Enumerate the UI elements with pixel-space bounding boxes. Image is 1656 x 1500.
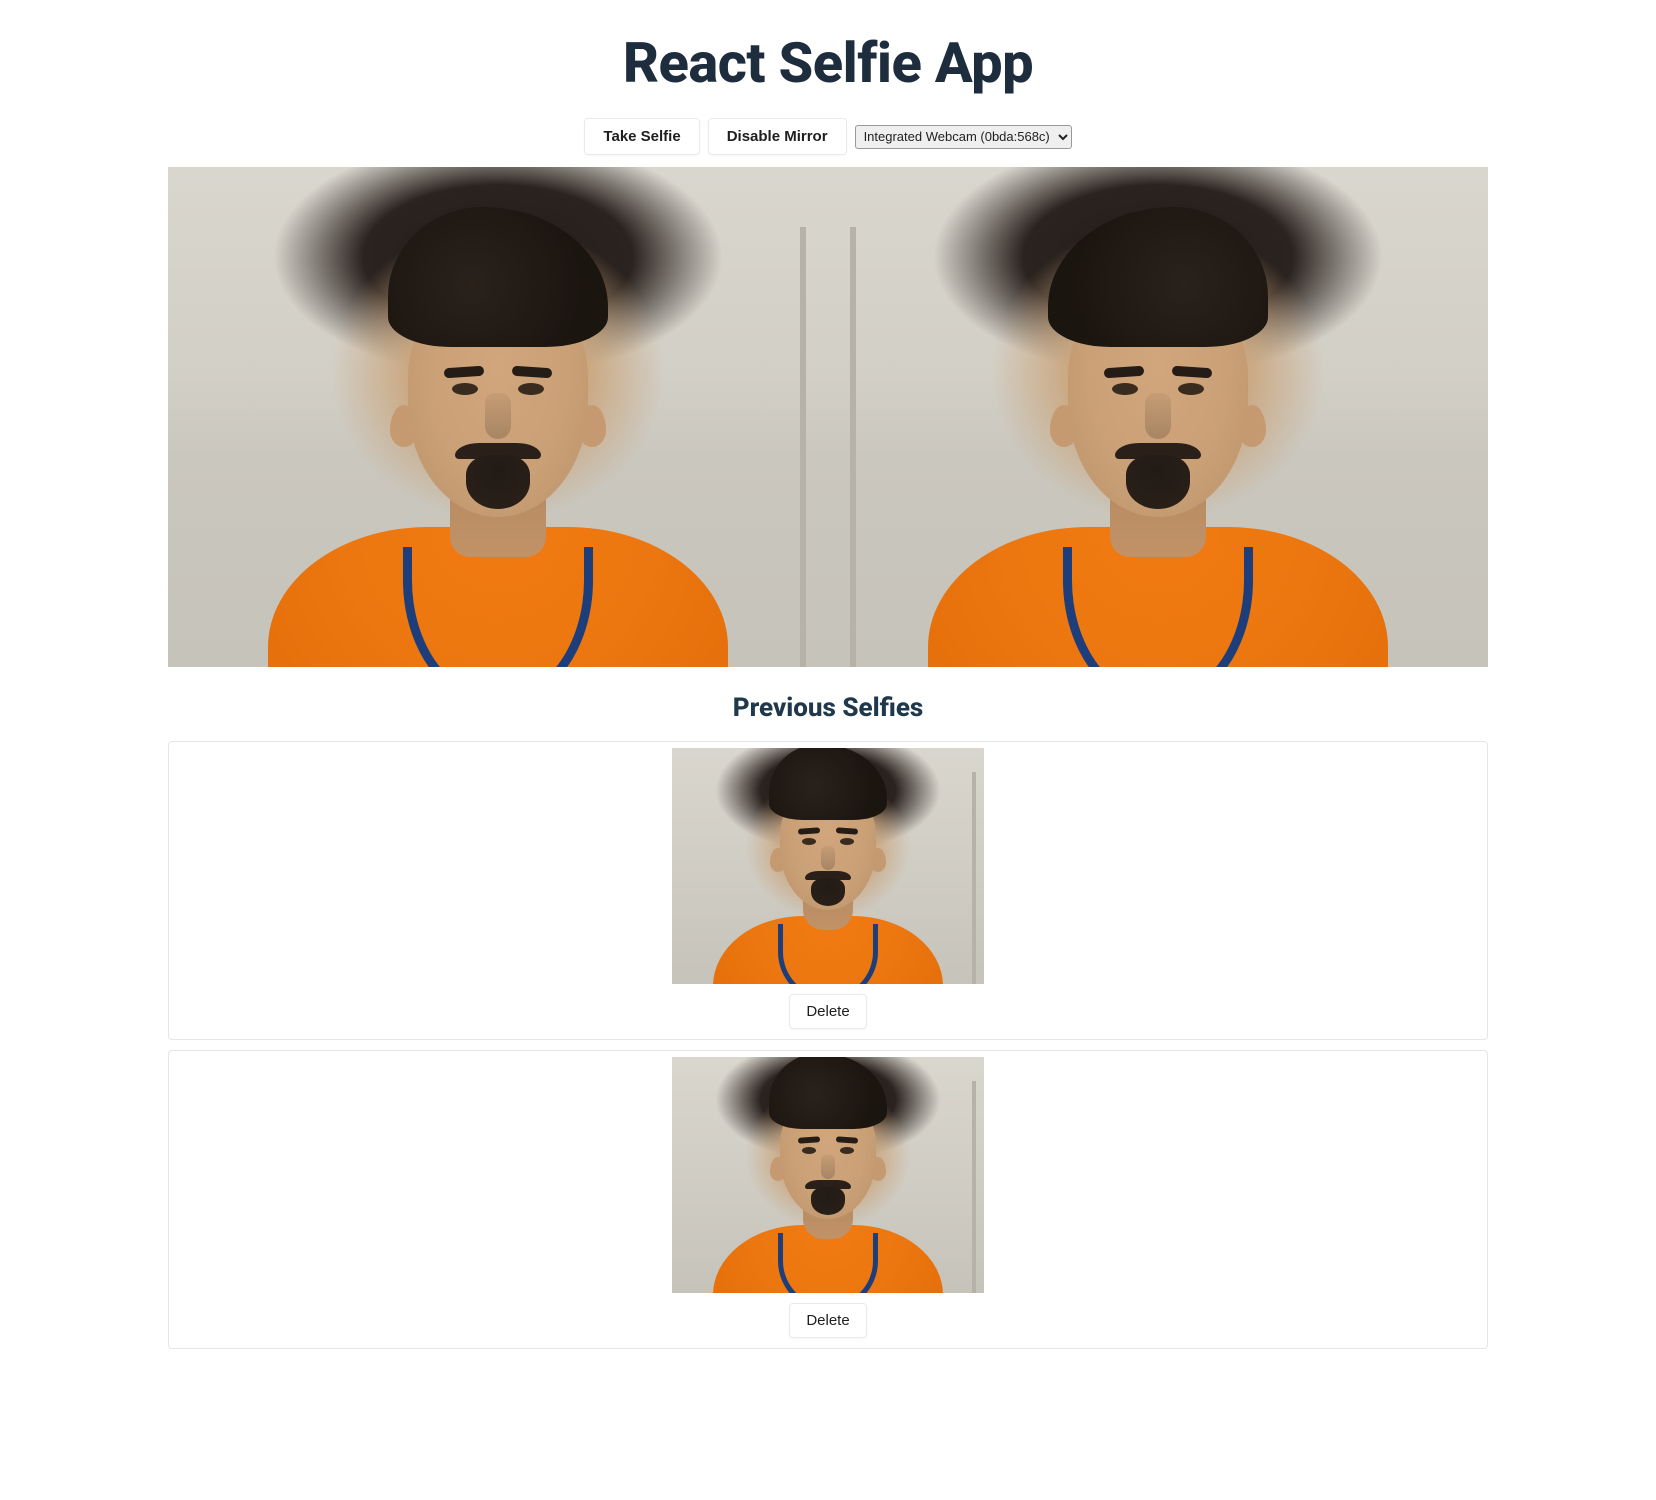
controls-bar: Take Selfie Disable Mirror Integrated We… bbox=[168, 118, 1488, 155]
selfie-thumbnail bbox=[672, 1057, 984, 1293]
selfie-thumbnail bbox=[672, 748, 984, 984]
camera-select[interactable]: Integrated Webcam (0bda:568c) bbox=[855, 125, 1072, 149]
person-figure bbox=[258, 167, 738, 667]
background-edge bbox=[800, 227, 806, 667]
take-selfie-button[interactable]: Take Selfie bbox=[584, 118, 699, 155]
camera-preview-row bbox=[168, 167, 1488, 667]
background-edge bbox=[850, 227, 856, 667]
selfie-card: Delete bbox=[168, 1050, 1488, 1349]
delete-button[interactable]: Delete bbox=[789, 994, 866, 1029]
selfie-list: Delete bbox=[168, 741, 1488, 1349]
selfie-card: Delete bbox=[168, 741, 1488, 1040]
delete-button[interactable]: Delete bbox=[789, 1303, 866, 1338]
camera-preview-left bbox=[168, 167, 828, 667]
person-figure bbox=[918, 167, 1398, 667]
previous-selfies-heading: Previous Selfies bbox=[168, 693, 1488, 723]
camera-preview-right bbox=[828, 167, 1488, 667]
mirror-toggle-button[interactable]: Disable Mirror bbox=[708, 118, 847, 155]
page-title: React Selfie App bbox=[168, 30, 1488, 96]
